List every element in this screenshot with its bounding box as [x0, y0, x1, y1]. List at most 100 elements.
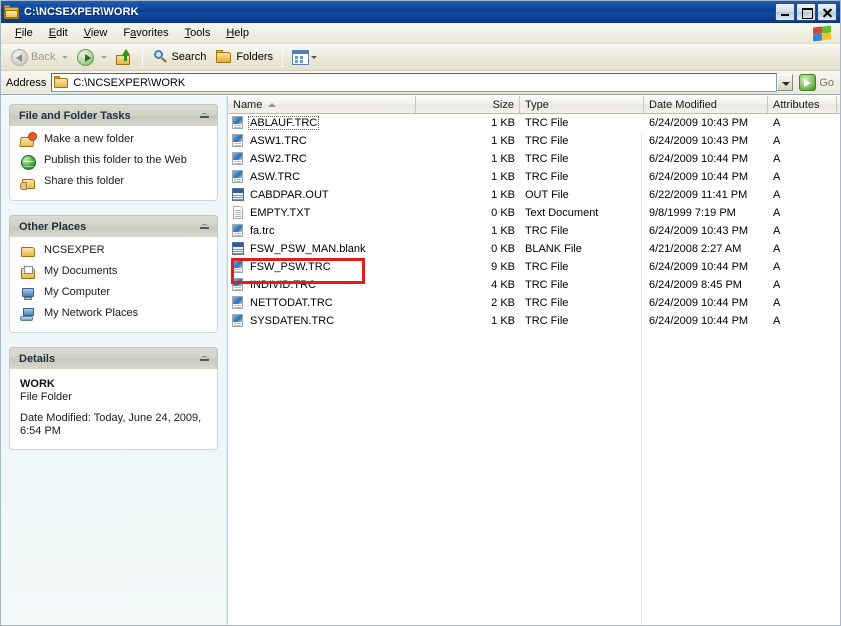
- close-button[interactable]: [817, 3, 837, 21]
- cell-attributes: A: [773, 189, 781, 201]
- menu-file[interactable]: File: [7, 25, 41, 41]
- cell-name[interactable]: ABLAUF.TRC: [228, 116, 416, 130]
- column-label: Name: [233, 98, 263, 111]
- cell-type: OUT File: [525, 189, 569, 201]
- task-pane: File and Folder Tasks Make a new folder …: [1, 96, 227, 625]
- address-dropdown-button[interactable]: [777, 74, 794, 91]
- cell-type: TRC File: [525, 315, 569, 327]
- table-row[interactable]: INDIVID.TRC 4 KB TRC File 6/24/2009 8:45 PM…: [228, 276, 840, 294]
- place-ncsexper[interactable]: NCSEXPER: [20, 244, 209, 260]
- menu-help[interactable]: Help: [218, 25, 257, 41]
- cell-date-modified: 6/22/2009 11:41 PM: [649, 189, 748, 201]
- table-row[interactable]: ASW1.TRC 1 KB TRC File 6/24/2009 10:43 PM A: [228, 132, 840, 150]
- chevron-up-icon[interactable]: [198, 352, 211, 365]
- table-row[interactable]: ASW.TRC 1 KB TRC File 6/24/2009 10:44 PM A: [228, 168, 840, 186]
- column-header-date-modified[interactable]: Date Modified: [644, 96, 768, 113]
- table-row[interactable]: ASW2.TRC 1 KB TRC File 6/24/2009 10:44 PM A: [228, 150, 840, 168]
- title-bar[interactable]: C:\NCSEXPER\WORK: [1, 1, 840, 23]
- cell-name[interactable]: ASW1.TRC: [228, 134, 416, 148]
- task-publish-folder-to-web[interactable]: Publish this folder to the Web: [20, 154, 209, 170]
- go-label: Go: [819, 76, 834, 89]
- up-button[interactable]: [111, 46, 138, 68]
- cell-name[interactable]: FSW_PSW_MAN.blank: [228, 242, 416, 256]
- views-dropdown-icon[interactable]: [311, 55, 318, 59]
- panel-body-other-places: NCSEXPER My Documents My Computer My Net…: [9, 237, 218, 333]
- column-header-attributes[interactable]: Attributes: [768, 96, 837, 113]
- panel-header-other-places[interactable]: Other Places: [9, 215, 218, 237]
- task-make-new-folder[interactable]: Make a new folder: [19, 133, 209, 149]
- column-label: Type: [525, 98, 549, 111]
- table-row[interactable]: ABLAUF.TRC 1 KB TRC File 6/24/2009 10:43 PM…: [228, 114, 840, 132]
- place-my-documents[interactable]: My Documents: [20, 265, 209, 281]
- column-divider: [641, 132, 642, 625]
- table-row[interactable]: EMPTY.TXT 0 KB Text Document 9/8/1999 7:19 …: [228, 204, 840, 222]
- minimize-button[interactable]: [775, 3, 795, 21]
- menu-favorites[interactable]: Favorites: [115, 25, 176, 41]
- cell-name[interactable]: ASW.TRC: [228, 170, 416, 184]
- txt-file-icon: [231, 206, 245, 220]
- cell-type: TRC File: [525, 279, 569, 291]
- cell-name[interactable]: FSW_PSW.TRC: [228, 260, 416, 274]
- cell-name[interactable]: INDIVID.TRC: [228, 278, 416, 292]
- panel-header-details[interactable]: Details: [9, 347, 218, 369]
- cell-attributes: A: [773, 261, 781, 273]
- menu-tools[interactable]: Tools: [177, 25, 219, 41]
- cell-date-modified: 6/24/2009 10:44 PM: [649, 153, 749, 165]
- column-header-type[interactable]: Type: [520, 96, 644, 113]
- table-row[interactable]: CABDPAR.OUT 1 KB OUT File 6/22/2009 11:41 P…: [228, 186, 840, 204]
- cell-type: TRC File: [525, 135, 569, 147]
- table-row[interactable]: FSW_PSW.TRC 9 KB TRC File 6/24/2009 10:44 P…: [228, 258, 840, 276]
- task-share-this-folder[interactable]: Share this folder: [20, 175, 209, 191]
- table-row[interactable]: SYSDATEN.TRC 1 KB TRC File 6/24/2009 10:44 …: [228, 312, 840, 330]
- back-history-dropdown-icon[interactable]: [62, 55, 69, 59]
- cell-date-modified: 6/24/2009 10:43 PM: [649, 117, 749, 129]
- back-button[interactable]: Back: [6, 46, 60, 68]
- cell-size: 1 KB: [491, 189, 515, 201]
- table-row[interactable]: FSW_PSW_MAN.blank 0 KB BLANK File 4/21/2008…: [228, 240, 840, 258]
- cell-size: 1 KB: [491, 315, 515, 327]
- trc-file-icon: [231, 260, 245, 274]
- file-name: NETTODAT.TRC: [250, 297, 333, 309]
- chevron-up-icon[interactable]: [198, 109, 211, 122]
- cell-type: TRC File: [525, 117, 569, 129]
- search-button[interactable]: Search: [147, 46, 211, 68]
- trc-file-icon: [231, 152, 245, 166]
- go-button[interactable]: Go: [796, 73, 837, 93]
- address-bar: Address C:\NCSEXPER\WORK Go: [1, 71, 840, 95]
- cell-name[interactable]: fa.trc: [228, 224, 416, 238]
- views-button[interactable]: [287, 46, 326, 68]
- table-row[interactable]: fa.trc 1 KB TRC File 6/24/2009 10:43 PM A: [228, 222, 840, 240]
- place-my-computer[interactable]: My Computer: [20, 286, 209, 302]
- forward-button[interactable]: [72, 46, 99, 68]
- table-row[interactable]: NETTODAT.TRC 2 KB TRC File 6/24/2009 10:44 …: [228, 294, 840, 312]
- cell-name[interactable]: ASW2.TRC: [228, 152, 416, 166]
- column-header-name[interactable]: Name: [228, 96, 416, 113]
- file-name: ASW1.TRC: [250, 135, 307, 147]
- magnifier-icon: [152, 49, 168, 65]
- trc-file-icon: [231, 278, 245, 292]
- panel-header-file-and-folder-tasks[interactable]: File and Folder Tasks: [9, 104, 218, 126]
- chevron-up-icon[interactable]: [198, 220, 211, 233]
- panel-body-file-and-folder-tasks: Make a new folder Publish this folder to…: [9, 126, 218, 201]
- maximize-button[interactable]: [796, 3, 816, 21]
- place-my-network-places[interactable]: My Network Places: [20, 307, 209, 323]
- menu-view[interactable]: View: [76, 25, 116, 41]
- cell-name[interactable]: CABDPAR.OUT: [228, 188, 416, 202]
- file-list-rows: ABLAUF.TRC 1 KB TRC File 6/24/2009 10:43 PM…: [228, 114, 840, 625]
- cell-date-modified: 9/8/1999 7:19 PM: [649, 207, 736, 219]
- menu-edit[interactable]: Edit: [41, 25, 76, 41]
- cell-attributes: A: [773, 153, 781, 165]
- column-header-size[interactable]: Size: [416, 96, 520, 113]
- forward-history-dropdown-icon[interactable]: [101, 55, 108, 59]
- folders-button[interactable]: Folders: [211, 46, 278, 68]
- panel-details: Details WORK File Folder Date Modified: …: [9, 347, 218, 450]
- cell-name[interactable]: SYSDATEN.TRC: [228, 314, 416, 328]
- trc-file-icon: [231, 314, 245, 328]
- up-folder-icon: [116, 49, 133, 65]
- address-input[interactable]: C:\NCSEXPER\WORK: [51, 73, 778, 92]
- file-name: SYSDATEN.TRC: [250, 315, 335, 327]
- cell-name[interactable]: NETTODAT.TRC: [228, 296, 416, 310]
- file-name: INDIVID.TRC: [250, 279, 316, 291]
- cell-attributes: A: [773, 243, 781, 255]
- cell-name[interactable]: EMPTY.TXT: [228, 206, 416, 220]
